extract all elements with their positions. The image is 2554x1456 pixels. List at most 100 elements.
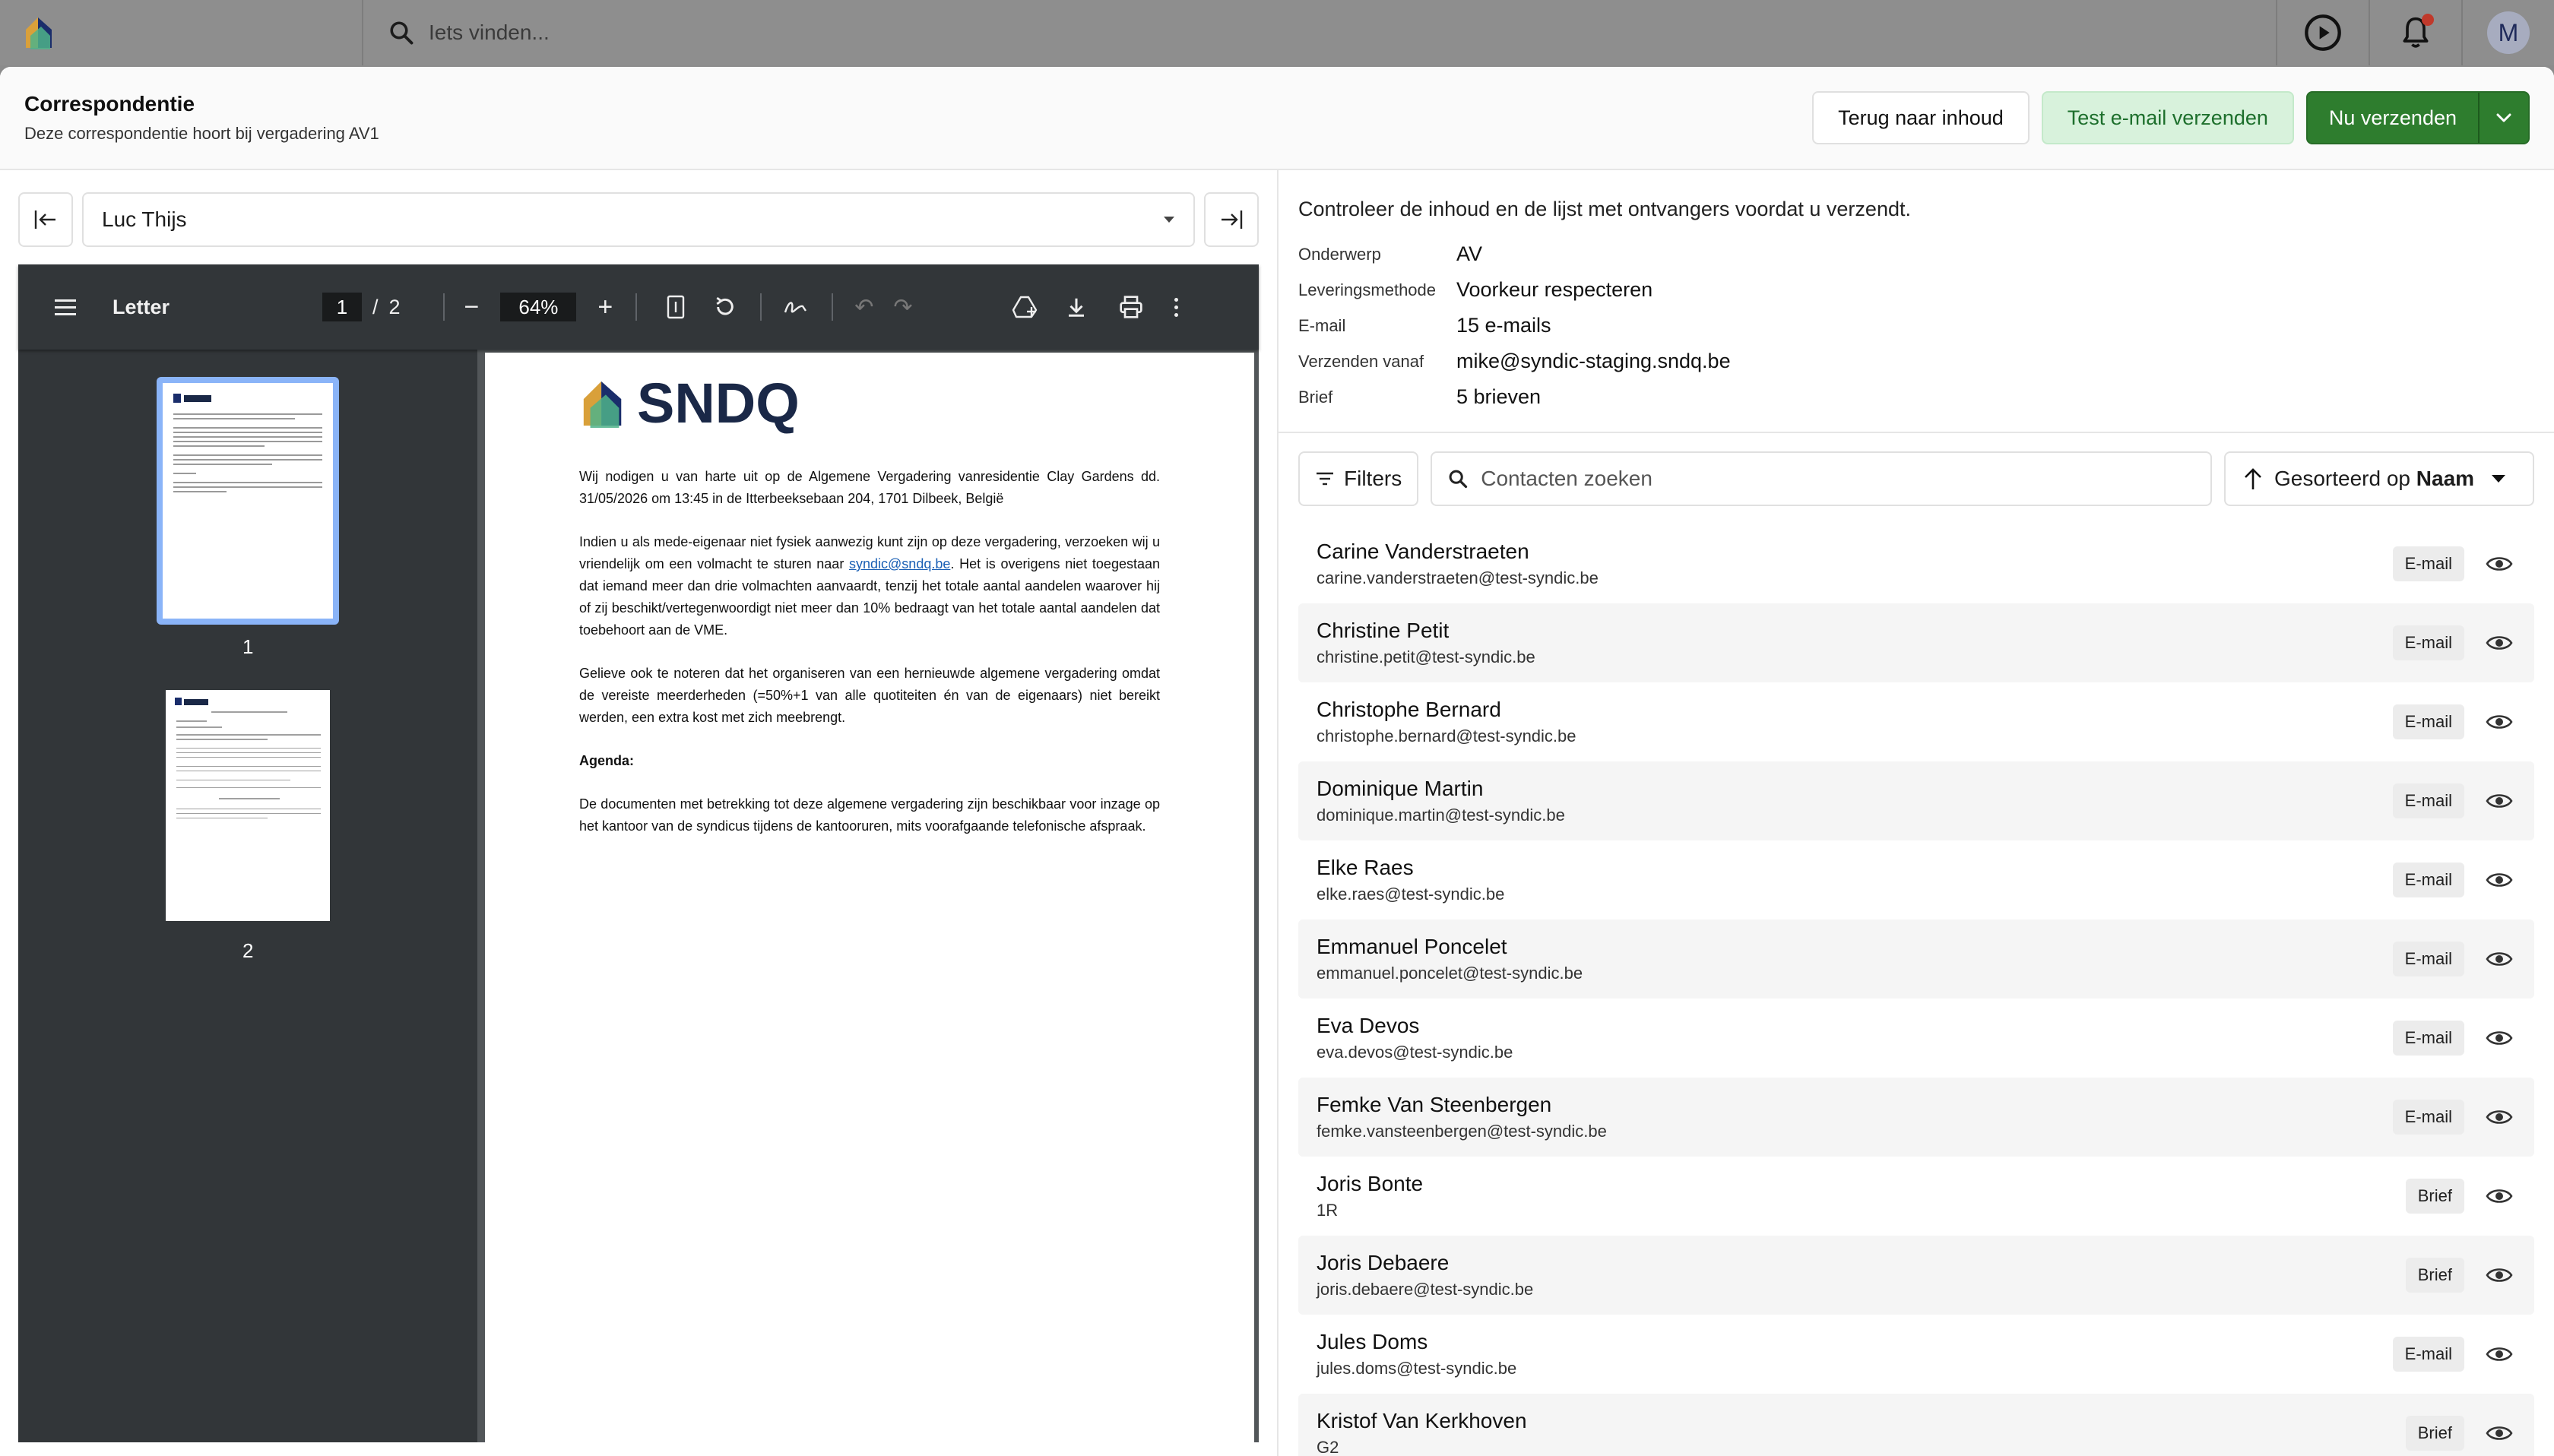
drive-add-icon[interactable] (1012, 295, 1039, 319)
sort-button[interactable]: Gesorteerd op Naam (2224, 451, 2534, 506)
contact-detail: 1R (1317, 1201, 1339, 1220)
contact-row: Dominique Martin dominique.martin@test-sy… (1298, 761, 2534, 840)
recipient-select[interactable]: Luc Thijs (82, 192, 1195, 247)
avatar: M (2487, 11, 2530, 54)
contact-detail: femke.vansteenbergen@test-syndic.be (1317, 1122, 1607, 1141)
preview-eye-icon[interactable] (2483, 942, 2516, 976)
thumbnail-1-label: 1 (242, 635, 254, 658)
back-to-content-button[interactable]: Terug naar inhoud (1812, 91, 2030, 144)
preview-eye-icon[interactable] (2483, 1179, 2516, 1213)
more-options-icon[interactable] (1174, 297, 1178, 317)
contact-detail: christine.petit@test-syndic.be (1317, 647, 1535, 666)
summary-value: 5 brieven (1456, 385, 1542, 408)
send-options-dropdown[interactable] (2478, 93, 2528, 143)
delivery-method-badge: Brief (2405, 1416, 2464, 1451)
redo-icon[interactable]: ↷ (893, 294, 912, 321)
delivery-method-badge: E-mail (2392, 704, 2464, 739)
notifications-button[interactable] (2369, 0, 2461, 65)
contact-detail: dominique.martin@test-syndic.be (1317, 806, 1565, 825)
contact-detail: christophe.bernard@test-syndic.be (1317, 726, 1576, 745)
thumbnail-2-preview (175, 698, 321, 818)
preview-eye-icon[interactable] (2483, 1100, 2516, 1134)
contact-name: Joris Bonte (1317, 1172, 1424, 1195)
zoom-level[interactable]: 64% (500, 293, 577, 321)
contacts-search-input[interactable]: Contacten zoeken (1431, 451, 2212, 506)
undo-icon[interactable]: ↶ (854, 294, 873, 321)
contact-name: Emmanuel Poncelet (1317, 935, 1507, 958)
caret-down-icon (1164, 217, 1174, 223)
preview-eye-icon[interactable] (2483, 1021, 2516, 1055)
page-title: Correspondentie (24, 92, 195, 116)
thumbnail-page-1[interactable] (157, 377, 339, 625)
user-menu-button[interactable]: M (2461, 0, 2554, 65)
first-recipient-button[interactable] (18, 192, 73, 247)
review-instructions: Controleer de inhoud en de lijst met ont… (1298, 198, 1911, 220)
sort-field: Naam (2416, 467, 2475, 490)
letter-paragraph-3: Gelieve ook te noteren dat het organiser… (579, 666, 1160, 725)
delivery-method-badge: E-mail (2392, 1337, 2464, 1372)
global-search-placeholder: Iets vinden... (429, 21, 550, 44)
contact-row: Jules Doms jules.doms@test-syndic.be E-mai… (1298, 1315, 2534, 1394)
preview-eye-icon[interactable] (2483, 784, 2516, 818)
preview-eye-icon[interactable] (2483, 705, 2516, 739)
contact-name: Jules Doms (1317, 1330, 1428, 1353)
contact-detail: elke.raes@test-syndic.be (1317, 885, 1505, 904)
contact-row: Kristof Van Kerkhoven G2 Brief (1298, 1394, 2534, 1456)
letter-agenda-heading: Agenda: (579, 753, 634, 768)
page-subtitle: Deze correspondentie hoort bij vergaderi… (24, 124, 379, 143)
preview-eye-icon[interactable] (2483, 1258, 2516, 1292)
thumbnail-2-label: 2 (242, 939, 254, 962)
menu-icon[interactable] (55, 299, 82, 315)
preview-eye-icon[interactable] (2483, 626, 2516, 660)
letter-paragraph-2: Indien u als mede-eigenaar niet fysiek a… (579, 531, 1160, 641)
download-icon[interactable] (1065, 296, 1088, 318)
sort-prefix: Gesorteerd op (2274, 467, 2416, 490)
preview-eye-icon[interactable] (2483, 863, 2516, 897)
summary-row-email: E-mail 15 e-mails (1298, 308, 2534, 343)
summary-key: E-mail (1298, 315, 1346, 335)
contact-row: Joris Bonte 1R Brief (1298, 1157, 2534, 1236)
zoom-out-button[interactable]: − (464, 293, 480, 322)
send-now-button[interactable]: Nu verzenden (2308, 93, 2478, 143)
annotate-icon[interactable] (783, 296, 809, 318)
sndq-logo-icon (26, 17, 52, 49)
summary-row-delivery: Leveringsmethode Voorkeur respecteren (1298, 272, 2534, 308)
contact-detail: jules.doms@test-syndic.be (1317, 1359, 1517, 1378)
delivery-method-badge: Brief (2405, 1258, 2464, 1293)
preview-eye-icon[interactable] (2483, 1416, 2516, 1450)
page-number-input[interactable]: 1 (322, 293, 362, 321)
pdf-title: Letter (112, 295, 170, 318)
send-test-email-button[interactable]: Test e-mail verzenden (2041, 91, 2294, 144)
app-logo-cell[interactable] (0, 0, 363, 65)
preview-eye-icon[interactable] (2483, 1337, 2516, 1371)
summary-key: Leveringsmethode (1298, 280, 1437, 299)
rotate-icon[interactable] (713, 295, 737, 319)
contacts-list: Carine Vanderstraeten carine.vanderstraet… (1279, 524, 2554, 1456)
play-circle-icon (2305, 14, 2341, 51)
play-tutorial-button[interactable] (2276, 0, 2369, 65)
thumbnail-1-preview (173, 394, 322, 492)
delivery-method-badge: E-mail (2392, 1100, 2464, 1135)
letter-paragraph-4: De documenten met betrekking tot deze al… (579, 796, 1160, 834)
summary-value: mike@syndic-staging.sndq.be (1456, 350, 1731, 372)
print-icon[interactable] (1118, 295, 1144, 319)
notification-badge (2422, 14, 2434, 26)
contact-row: Emmanuel Poncelet emmanuel.poncelet@test-… (1298, 919, 2534, 999)
correspondence-modal: Correspondentie Deze correspondentie hoo… (0, 67, 2554, 1456)
contact-row: Joris Debaere joris.debaere@test-syndic.b… (1298, 1236, 2534, 1315)
proxy-email-link[interactable]: syndic@sndq.be (849, 556, 950, 571)
fit-page-icon[interactable] (666, 295, 686, 319)
contact-name: Eva Devos (1317, 1014, 1420, 1037)
thumbnail-page-2[interactable] (166, 690, 330, 921)
filters-button[interactable]: Filters (1298, 451, 1419, 506)
summary-value: 15 e-mails (1456, 314, 1551, 337)
preview-pane: Luc Thijs Letter 1 / 2 − 64% + ↶ ↷ 1 2 S… (18, 188, 1259, 1450)
last-recipient-button[interactable] (1204, 192, 1259, 247)
global-search[interactable]: Iets vinden... (363, 19, 2276, 46)
delivery-method-badge: E-mail (2392, 942, 2464, 976)
zoom-in-button[interactable]: + (597, 293, 613, 322)
contact-name: Joris Debaere (1317, 1251, 1450, 1274)
summary-row-sender: Verzenden vanaf mike@syndic-staging.sndq.… (1298, 343, 2534, 379)
contact-row: Christine Petit christine.petit@test-synd… (1298, 603, 2534, 682)
preview-eye-icon[interactable] (2483, 547, 2516, 581)
